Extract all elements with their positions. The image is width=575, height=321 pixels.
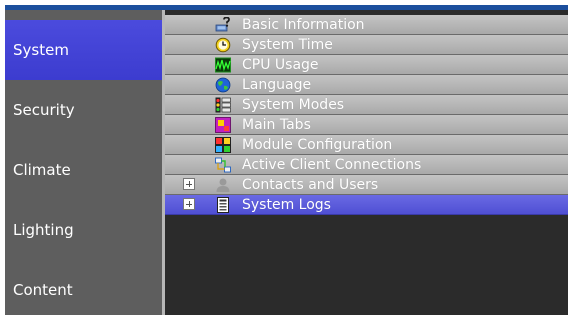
list-item-label: Main Tabs xyxy=(242,117,311,133)
sidebar-item-security[interactable]: Security xyxy=(5,80,162,140)
list-item-system-modes[interactable]: System Modes xyxy=(165,95,568,115)
tabs-icon xyxy=(215,117,231,133)
clock-icon xyxy=(215,37,231,53)
sidebar-item-content[interactable]: Content xyxy=(5,260,162,315)
list-item-label: System Time xyxy=(242,37,333,53)
list-item-module-configuration[interactable]: Module Configuration xyxy=(165,135,568,155)
expand-icon[interactable] xyxy=(183,198,195,210)
list-item-label: System Logs xyxy=(242,197,331,213)
sidebar-item-label: Climate xyxy=(13,161,71,179)
sidebar-item-label: System xyxy=(13,41,69,59)
list-item-label: CPU Usage xyxy=(242,57,319,73)
list-item-label: System Modes xyxy=(242,97,345,113)
sidebar-item-lighting[interactable]: Lighting xyxy=(5,200,162,260)
list-item-language[interactable]: Language xyxy=(165,75,568,95)
list-item-system-logs[interactable]: System Logs xyxy=(165,195,568,215)
question-computer-icon xyxy=(215,17,230,32)
expand-icon[interactable] xyxy=(183,178,195,190)
list-item-label: Language xyxy=(242,77,312,93)
network-icon xyxy=(215,157,231,173)
sidebar-item-system[interactable]: System xyxy=(5,20,162,80)
sidebar-item-label: Content xyxy=(13,281,73,299)
modes-icon xyxy=(215,97,231,113)
list-item-contacts-and-users[interactable]: Contacts and Users xyxy=(165,175,568,195)
list-item-system-time[interactable]: System Time xyxy=(165,35,568,55)
list-item-label: Module Configuration xyxy=(242,137,393,153)
list-item-basic-information[interactable]: Basic Information xyxy=(165,15,568,35)
list-item-label: Contacts and Users xyxy=(242,177,379,193)
app-window: System Security Climate Lighting Content… xyxy=(5,5,568,315)
user-icon xyxy=(216,178,230,192)
list-item-active-client-connections[interactable]: Active Client Connections xyxy=(165,155,568,175)
document-icon xyxy=(217,197,229,213)
list-item-cpu-usage[interactable]: CPU Usage xyxy=(165,55,568,75)
cpu-graph-icon xyxy=(215,57,231,73)
module-grid-icon xyxy=(215,137,231,153)
sidebar-item-climate[interactable]: Climate xyxy=(5,140,162,200)
sidebar-item-label: Lighting xyxy=(13,221,74,239)
list-item-label: Active Client Connections xyxy=(242,157,422,173)
sidebar-item-label: Security xyxy=(13,101,75,119)
sidebar: System Security Climate Lighting Content xyxy=(5,10,162,315)
globe-icon xyxy=(215,77,231,93)
list-item-label: Basic Information xyxy=(242,17,365,33)
settings-list: Basic Information System Time CPU Usage xyxy=(165,10,568,315)
list-item-main-tabs[interactable]: Main Tabs xyxy=(165,115,568,135)
